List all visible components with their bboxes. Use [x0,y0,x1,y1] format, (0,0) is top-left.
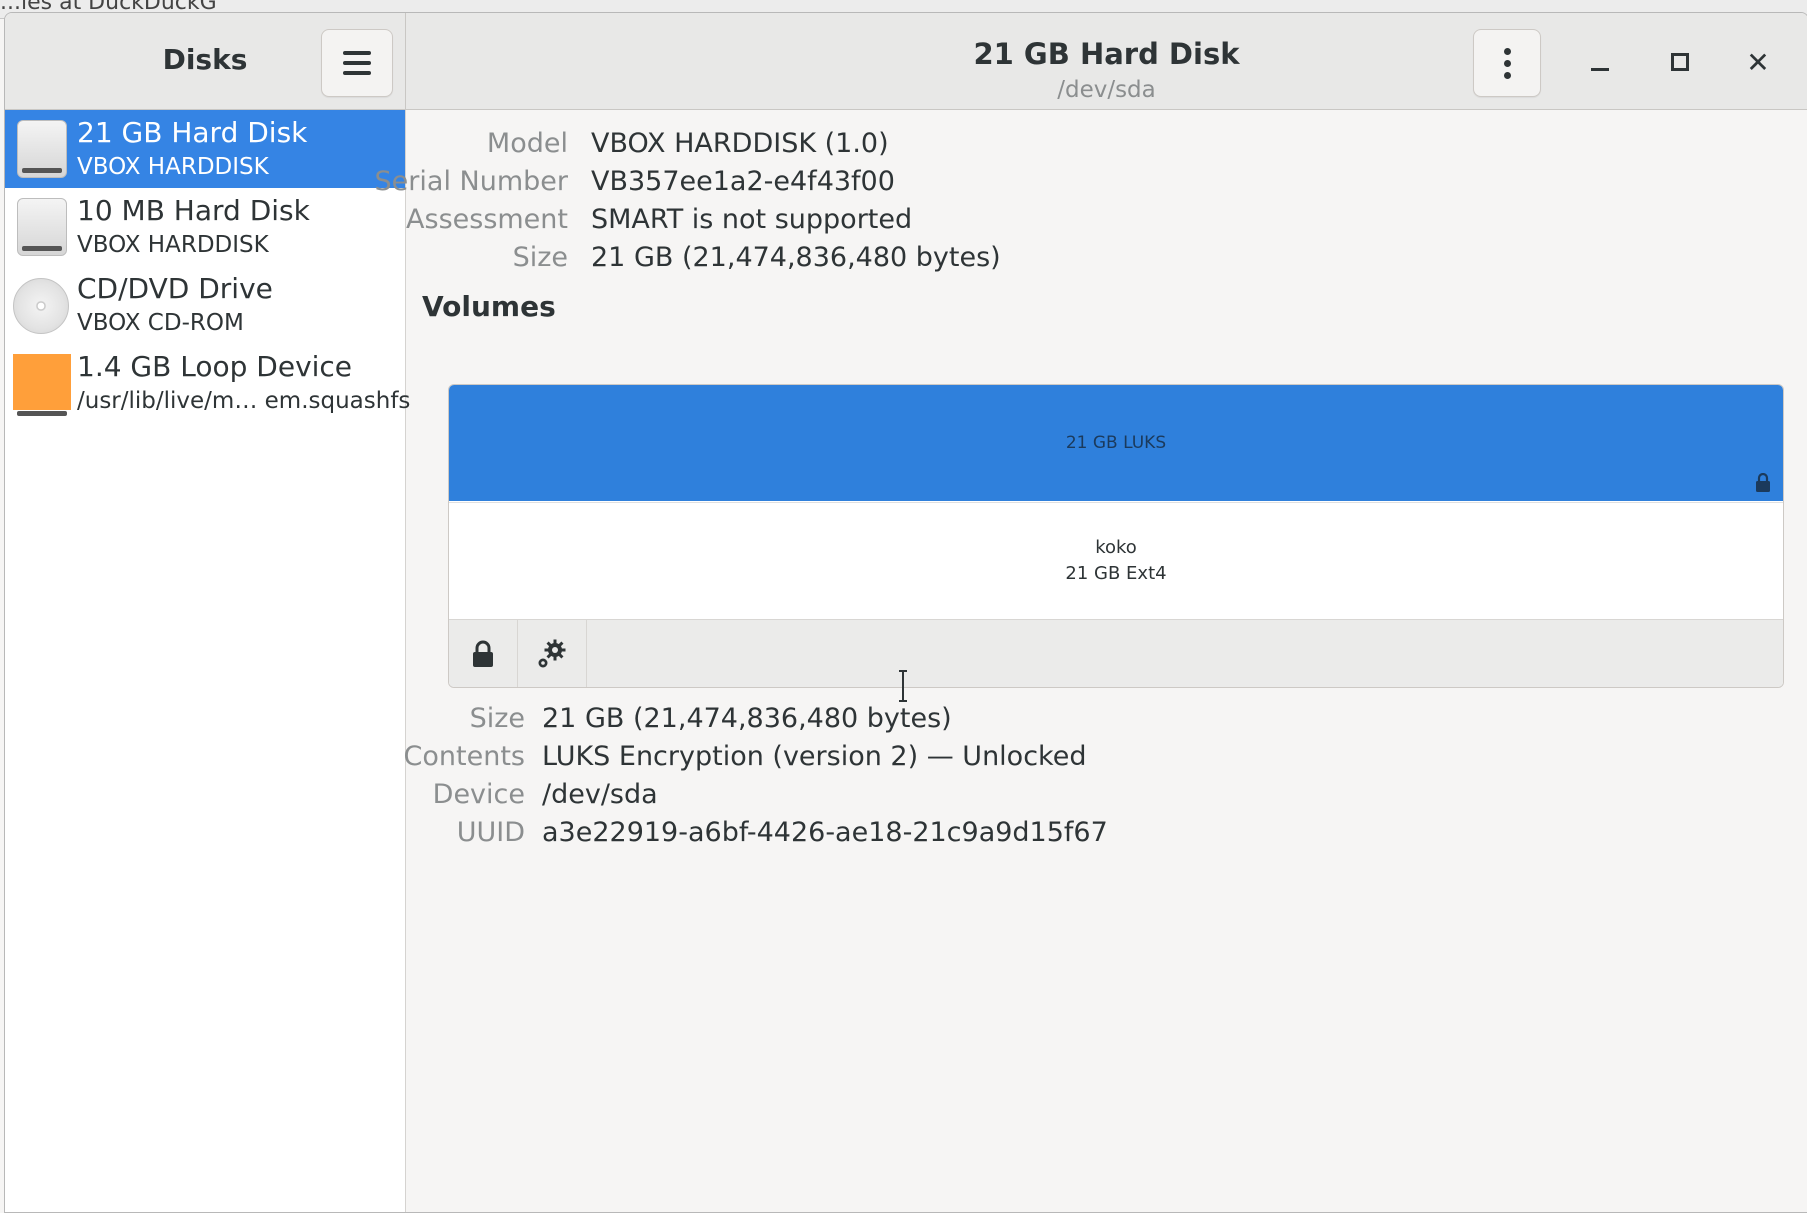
header-bar: Disks 21 GB Hard Disk /dev/sda ✕ [5,13,1807,110]
sidebar-item-10mb-hard-disk[interactable]: 10 MB Hard Disk VBOX HARDDISK [5,188,405,266]
main-menu-button[interactable] [321,29,393,97]
sidebar-item-21gb-hard-disk[interactable]: 21 GB Hard Disk VBOX HARDDISK [5,110,405,188]
hamburger-icon [343,51,371,75]
lock-icon [1756,473,1770,492]
volumes-heading: Volumes [422,290,556,323]
luks-volume-block[interactable]: 21 GB LUKS [449,385,1783,501]
device-sidebar: 21 GB Hard Disk VBOX HARDDISK 10 MB Hard… [5,110,410,1212]
maximize-icon [1671,53,1689,71]
assessment-label: Assessment [406,204,568,235]
minimize-button[interactable] [1585,47,1615,77]
kebab-menu-icon [1503,47,1511,79]
luks-volume-label: 21 GB LUKS [1065,433,1167,453]
uuid-label: UUID [456,817,525,848]
serial-number-value: VB357ee1a2-e4f43f00 [591,166,895,197]
partition-options-button[interactable] [518,620,587,687]
drive-options-button[interactable] [1473,29,1541,97]
contents-label: Contents [403,741,525,772]
disks-window: Disks 21 GB Hard Disk /dev/sda ✕ 21 GB H… [4,12,1807,1213]
filesystem-size-type: 21 GB Ext4 [1065,563,1167,584]
device-name: 1.4 GB Loop Device [77,350,353,383]
lock-volume-button[interactable] [449,620,518,687]
assessment-value: SMART is not supported [591,204,913,235]
contents-value[interactable]: LUKS Encryption (version 2) — Unlocked [542,741,1086,772]
window-subtitle: /dev/sda [1057,77,1156,103]
hard-disk-icon [13,120,69,180]
lock-icon [473,640,493,667]
close-button[interactable]: ✕ [1743,45,1773,79]
volume-map: 21 GB LUKS koko 21 GB Ext4 [448,384,1784,688]
device-model: VBOX HARDDISK [77,232,269,258]
partition-size-value: 21 GB (21,474,836,480 bytes) [542,703,952,734]
device-model: VBOX CD-ROM [77,310,244,336]
drive-size-value: 21 GB (21,474,836,480 bytes) [591,242,1001,273]
minimize-icon [1591,67,1609,71]
serial-number-label: Serial Number [374,166,568,197]
sidebar-item-cd-dvd-drive[interactable]: CD/DVD Drive VBOX CD-ROM [5,266,405,344]
filesystem-name: koko [1095,537,1137,558]
device-name: 21 GB Hard Disk [77,116,308,149]
device-value[interactable]: /dev/sda [542,779,658,810]
device-name: 10 MB Hard Disk [77,194,310,227]
sidebar-item-loop-device[interactable]: 1.4 GB Loop Device /usr/lib/live/m… em.s… [5,344,410,422]
partition-size-label: Size [469,703,525,734]
drive-details-panel: Model VBOX HARDDISK (1.0) Serial Number … [375,110,1807,1212]
device-model: VBOX HARDDISK [77,154,269,180]
hard-disk-icon [13,198,69,258]
uuid-value[interactable]: a3e22919-a6bf-4426-ae18-21c9a9d15f67 [542,817,1108,848]
close-icon: ✕ [1746,45,1770,79]
model-value: VBOX HARDDISK (1.0) [591,128,889,159]
device-model: /usr/lib/live/m… em.squashfs [77,388,411,414]
filesystem-volume-block[interactable]: koko 21 GB Ext4 [449,502,1783,619]
gears-icon [538,639,566,668]
drive-size-label: Size [512,242,568,273]
optical-drive-icon [13,276,69,336]
maximize-button[interactable] [1665,47,1695,77]
device-name: CD/DVD Drive [77,272,273,305]
device-label: Device [432,779,525,810]
volume-toolbar [449,619,1783,687]
header-sidebar-section: Disks [5,13,406,109]
model-label: Model [486,128,568,159]
loop-device-icon [13,354,71,416]
text-cursor-icon [899,670,907,702]
